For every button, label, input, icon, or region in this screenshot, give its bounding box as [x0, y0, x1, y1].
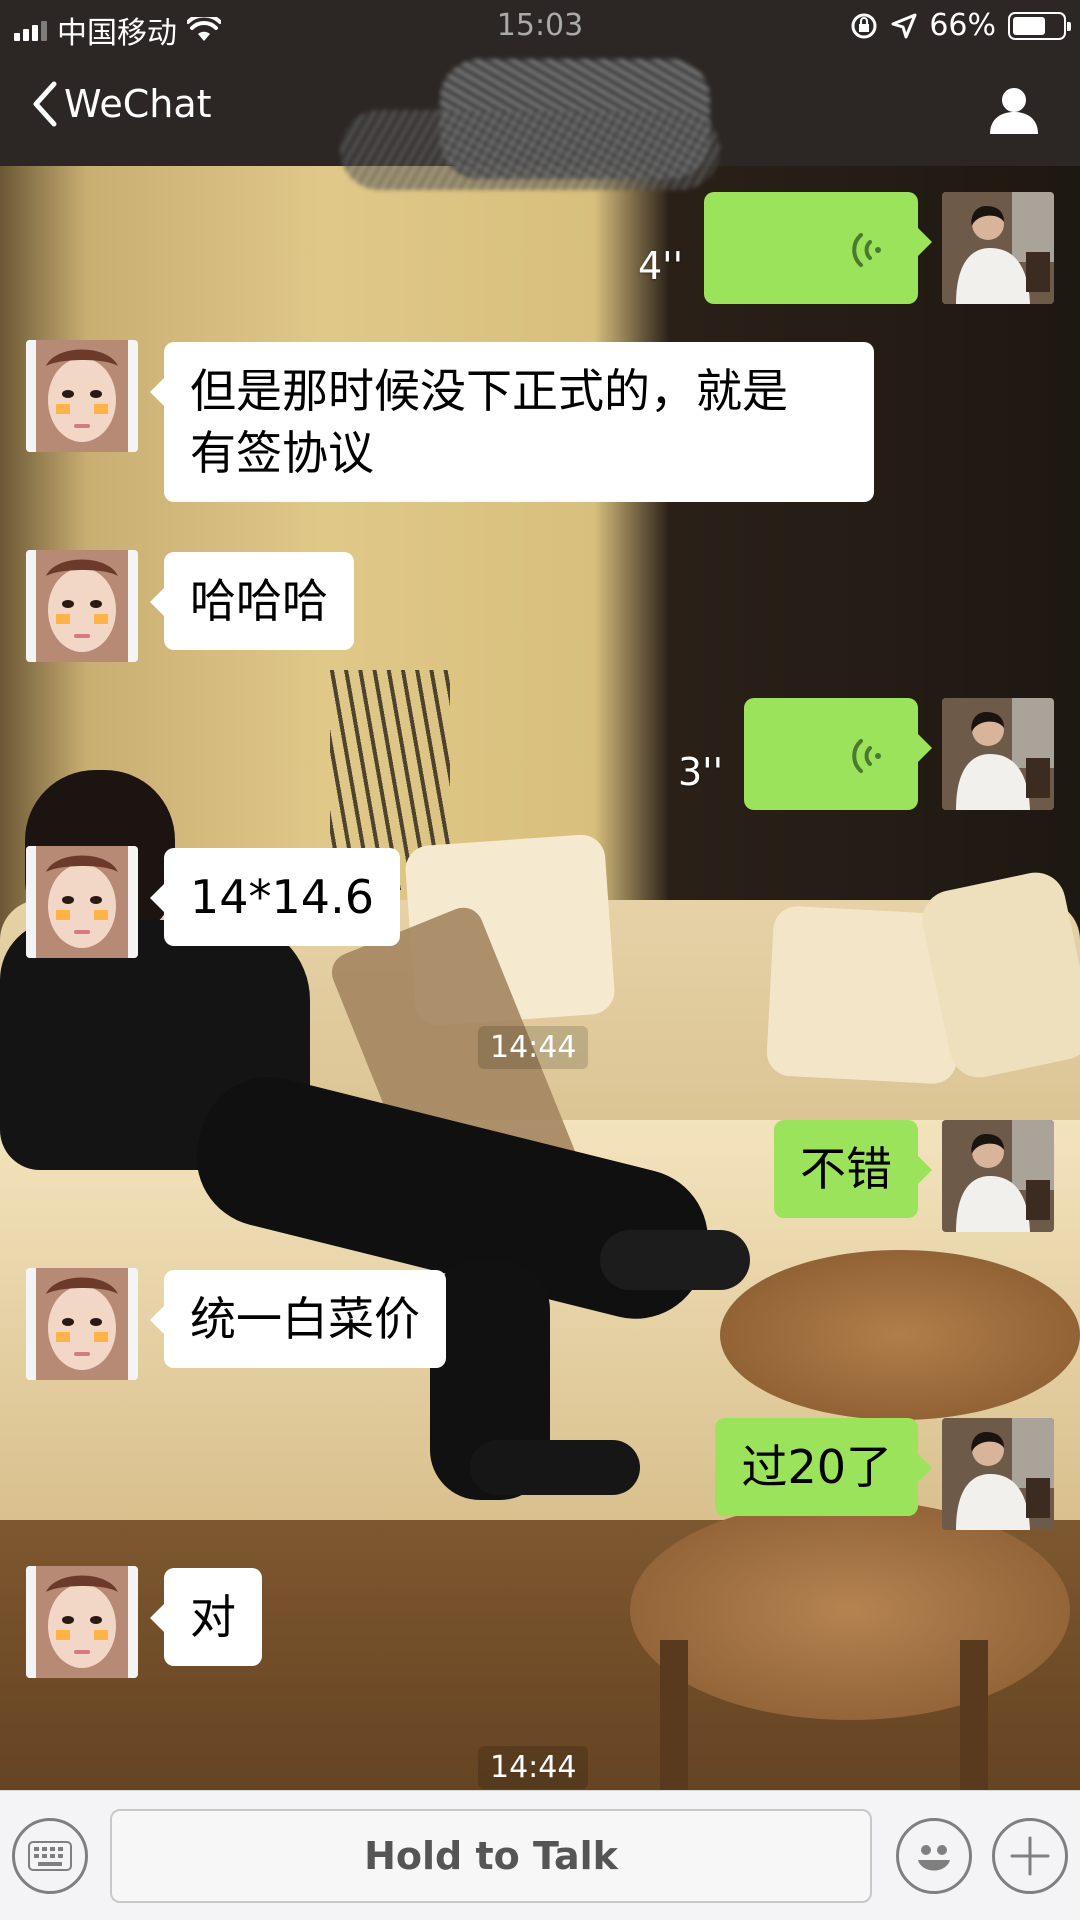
- keyboard-icon: [28, 1841, 72, 1871]
- contact-avatar[interactable]: [26, 340, 138, 452]
- text-message-bubble[interactable]: 哈哈哈: [150, 552, 354, 650]
- my-avatar[interactable]: [942, 698, 1054, 810]
- voice-wave-icon: [852, 739, 881, 773]
- message-timestamp: 14:44: [478, 1026, 589, 1069]
- voice-message-bubble[interactable]: [744, 698, 932, 810]
- voice-duration: 4'': [638, 244, 684, 288]
- back-label: WeChat: [64, 82, 212, 126]
- text-message-bubble[interactable]: 但是那时候没下正式的，就是 有签协议: [150, 342, 874, 502]
- rotation-lock-icon: [851, 13, 877, 38]
- text-message-bubble[interactable]: 过20了: [715, 1418, 932, 1516]
- emoji-button[interactable]: [896, 1818, 972, 1894]
- my-avatar[interactable]: [942, 192, 1054, 304]
- message-timestamp: 14:44: [478, 1746, 589, 1789]
- chat-message-list[interactable]: 4'' 但是那时候没下正式的，就是 有签协议 哈哈哈 3'' 14*14.6 1…: [0, 166, 1080, 1790]
- contact-avatar[interactable]: [26, 1268, 138, 1380]
- text-message-bubble[interactable]: 14*14.6: [150, 848, 400, 946]
- hold-to-talk-button[interactable]: Hold to Talk: [110, 1809, 872, 1903]
- more-options-button[interactable]: [992, 1818, 1068, 1894]
- battery-icon: [1008, 11, 1071, 40]
- voice-wave-icon: [852, 233, 881, 267]
- battery-percent: 66%: [929, 8, 996, 43]
- chat-info-profile-icon[interactable]: [988, 84, 1040, 136]
- back-button[interactable]: WeChat: [30, 80, 212, 128]
- plus-icon: [1010, 1836, 1050, 1876]
- location-arrow-icon: [891, 13, 917, 38]
- contact-avatar[interactable]: [26, 846, 138, 958]
- text-message-bubble[interactable]: 对: [150, 1568, 262, 1666]
- message-text-line: 有签协议: [190, 426, 374, 480]
- contact-avatar[interactable]: [26, 1566, 138, 1678]
- status-bar: 中国移动 15:03 66%: [0, 0, 1080, 54]
- text-message-bubble[interactable]: 不错: [774, 1120, 932, 1218]
- input-bar: Hold to Talk: [0, 1790, 1080, 1920]
- voice-message-bubble[interactable]: [704, 192, 932, 304]
- text-message-bubble[interactable]: 统一白菜价: [150, 1270, 446, 1368]
- chevron-left-icon: [33, 81, 57, 127]
- message-text-line: 但是那时候没下正式的，就是: [190, 364, 788, 418]
- contact-avatar[interactable]: [26, 550, 138, 662]
- status-right: 66%: [849, 8, 1071, 43]
- my-avatar[interactable]: [942, 1120, 1054, 1232]
- voice-duration: 3'': [678, 750, 724, 794]
- keyboard-toggle-button[interactable]: [12, 1818, 88, 1894]
- smiley-icon: [918, 1845, 950, 1871]
- my-avatar[interactable]: [942, 1418, 1054, 1530]
